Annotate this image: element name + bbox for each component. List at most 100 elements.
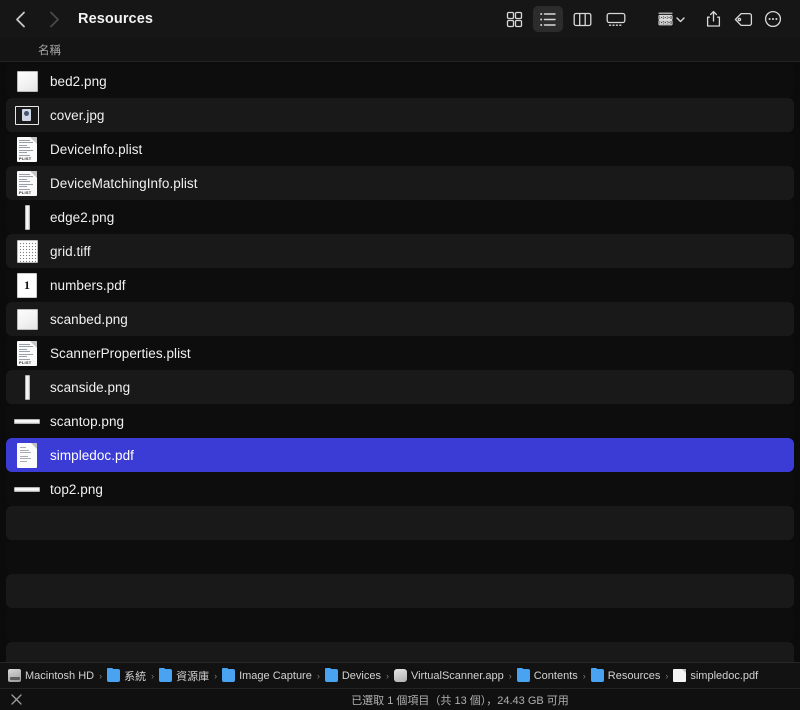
file-icon <box>14 306 40 332</box>
page-number-icon: 1 <box>17 272 37 298</box>
group-by-button[interactable] <box>655 6 688 32</box>
empty-row <box>6 574 794 608</box>
file-row[interactable]: edge2.png <box>6 200 794 234</box>
share-button[interactable] <box>698 6 728 32</box>
file-row[interactable]: grid.tiff <box>6 234 794 268</box>
file-icon: PLIST <box>14 136 40 162</box>
breadcrumb-separator: › <box>385 670 389 681</box>
file-name-label: bed2.png <box>50 73 107 89</box>
breadcrumb-item[interactable]: Image Capture <box>222 667 312 682</box>
file-name-label: scanside.png <box>50 379 131 395</box>
column-header-name[interactable]: 名稱 <box>0 42 61 58</box>
file-icon <box>14 476 40 502</box>
breadcrumb-label: 系統 <box>124 670 147 683</box>
list-view-button[interactable] <box>533 6 563 32</box>
file-name-label: DeviceMatchingInfo.plist <box>50 175 198 191</box>
gallery-view-button[interactable] <box>601 6 631 32</box>
more-options-button[interactable] <box>758 6 788 32</box>
file-name-label: numbers.pdf <box>50 277 126 293</box>
folder-icon <box>590 667 604 682</box>
breadcrumb-label: Macintosh HD <box>25 669 95 682</box>
file-name-label: DeviceInfo.plist <box>50 141 143 157</box>
breadcrumb-item[interactable]: 系統 <box>107 667 147 684</box>
breadcrumb-label: VirtualScanner.app <box>410 669 504 682</box>
file-row[interactable]: scanside.png <box>6 370 794 404</box>
file-name-label: edge2.png <box>50 209 115 225</box>
folder-icon <box>107 667 121 682</box>
breadcrumb: Macintosh HD › 系統 › 資源庫 › Image Capture › Device… <box>0 662 800 688</box>
file-row[interactable]: cover.jpg <box>6 98 794 132</box>
breadcrumb-item[interactable]: Resources <box>590 667 661 682</box>
vertical-bar-icon <box>24 204 30 230</box>
file-icon: PLIST <box>14 340 40 366</box>
file-name-label: scanbed.png <box>50 311 128 327</box>
plist-doc-icon: PLIST <box>17 340 37 366</box>
file-icon <box>14 442 40 468</box>
file-row[interactable]: PLIST ScannerProperties.plist <box>6 336 794 370</box>
breadcrumb-item[interactable]: Macintosh HD <box>8 669 94 682</box>
finder-window: Resources 名稱 bed2.png cover.jpg PLIST De… <box>0 0 800 710</box>
navigation-group <box>10 7 64 31</box>
column-view-button[interactable] <box>567 6 597 32</box>
toolbar: Resources <box>0 0 800 38</box>
file-row[interactable]: scanbed.png <box>6 302 794 336</box>
image-square-icon <box>16 308 38 330</box>
file-icon <box>14 374 40 400</box>
breadcrumb-item[interactable]: simpledoc.pdf <box>673 669 758 682</box>
breadcrumb-item[interactable]: Devices <box>324 667 381 682</box>
breadcrumb-label: Image Capture <box>239 669 312 682</box>
column-header: 名稱 <box>0 38 800 62</box>
breadcrumb-label: simpledoc.pdf <box>690 669 759 682</box>
tag-button[interactable] <box>728 6 758 32</box>
folder-icon <box>159 667 173 682</box>
breadcrumb-separator: › <box>582 670 586 681</box>
view-mode-group <box>499 6 631 32</box>
back-button[interactable] <box>10 7 30 31</box>
file-icon <box>14 204 40 230</box>
photo-thumb-icon <box>15 105 39 125</box>
file-name-label: grid.tiff <box>50 243 91 259</box>
file-list[interactable]: bed2.png cover.jpg PLIST DeviceInfo.plist PL… <box>0 62 800 662</box>
horizontal-bar-icon <box>14 486 40 492</box>
file-name-label: top2.png <box>50 481 103 497</box>
file-icon: 1 <box>14 272 40 298</box>
file-row[interactable]: scantop.png <box>6 404 794 438</box>
breadcrumb-separator: › <box>508 670 512 681</box>
empty-row <box>6 642 794 662</box>
folder-icon <box>222 667 236 682</box>
file-row[interactable]: PLIST DeviceMatchingInfo.plist <box>6 166 794 200</box>
breadcrumb-label: Devices <box>341 669 381 682</box>
empty-row <box>6 506 794 540</box>
breadcrumb-item[interactable]: VirtualScanner.app <box>393 669 504 682</box>
icon-view-button[interactable] <box>499 6 529 32</box>
breadcrumb-separator: › <box>316 670 320 681</box>
breadcrumb-label: Resources <box>607 669 661 682</box>
breadcrumb-label: Contents <box>533 669 578 682</box>
horizontal-bar-icon <box>14 418 40 424</box>
breadcrumb-separator: › <box>151 670 155 681</box>
file-row[interactable]: bed2.png <box>6 64 794 98</box>
empty-row <box>6 608 794 642</box>
file-name-label: scantop.png <box>50 413 125 429</box>
file-name-label: ScannerProperties.plist <box>50 345 191 361</box>
close-x-icon[interactable] <box>10 693 23 706</box>
file-icon <box>673 669 687 682</box>
plist-doc-icon: PLIST <box>17 170 37 196</box>
file-icon <box>14 68 40 94</box>
breadcrumb-label: 資源庫 <box>176 670 210 683</box>
file-row[interactable]: PLIST DeviceInfo.plist <box>6 132 794 166</box>
file-row[interactable]: top2.png <box>6 472 794 506</box>
folder-icon <box>324 667 338 682</box>
breadcrumb-item[interactable]: Contents <box>516 667 578 682</box>
file-icon <box>14 238 40 264</box>
toolbar-right-group <box>499 6 788 32</box>
file-row[interactable]: 1 numbers.pdf <box>6 268 794 302</box>
breadcrumb-item[interactable]: 資源庫 <box>159 667 210 684</box>
file-row[interactable]: simpledoc.pdf <box>6 438 794 472</box>
chevron-down-icon <box>676 16 685 22</box>
grid-pattern-icon <box>16 239 38 263</box>
vertical-bar-icon <box>24 374 30 400</box>
empty-row <box>6 540 794 574</box>
file-name-label: cover.jpg <box>50 107 105 123</box>
status-text: 已選取 1 個項目（共 13 個），24.43 GB 可用 <box>351 694 569 707</box>
